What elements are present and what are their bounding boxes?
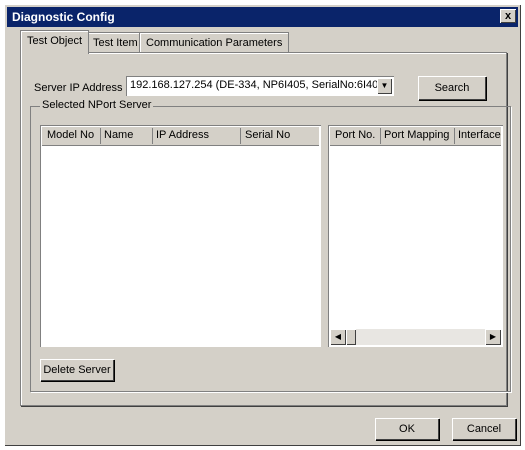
column-header-interface[interactable]: Interface — [458, 129, 501, 141]
column-header-port-mapping[interactable]: Port Mapping — [384, 129, 449, 141]
column-divider[interactable] — [240, 128, 241, 144]
tab-label: Test Object — [27, 35, 83, 47]
column-divider[interactable] — [100, 128, 101, 144]
server-ip-dropdown[interactable]: 192.168.127.254 (DE-334, NP6I405, Serial… — [126, 76, 394, 96]
tab-test-item[interactable]: Test Item — [86, 32, 145, 53]
group-title: Selected NPort Server — [40, 99, 154, 111]
window-title: Diagnostic Config — [12, 10, 115, 24]
scroll-left-icon[interactable]: ◀ — [330, 329, 346, 345]
tab-label: Test Item — [93, 37, 138, 49]
ok-button[interactable]: OK — [375, 418, 439, 440]
server-ip-value: 192.168.127.254 (DE-334, NP6I405, Serial… — [130, 79, 389, 91]
chevron-down-icon[interactable]: ▼ — [377, 78, 392, 94]
horizontal-scrollbar[interactable]: ◀ ▶ — [330, 329, 501, 345]
column-header-port-no[interactable]: Port No. — [335, 129, 375, 141]
search-button[interactable]: Search — [418, 76, 486, 100]
server-ip-label: Server IP Address — [34, 82, 123, 94]
server-list[interactable]: Model No Name IP Address Serial No — [40, 125, 321, 347]
server-list-header: Model No Name IP Address Serial No — [42, 127, 319, 146]
port-list-header: Port No. Port Mapping Interface — [330, 127, 501, 146]
scroll-thumb[interactable] — [346, 329, 356, 345]
column-header-model-no[interactable]: Model No — [47, 129, 94, 141]
column-divider[interactable] — [152, 128, 153, 144]
tab-communication-parameters[interactable]: Communication Parameters — [139, 32, 290, 53]
column-divider[interactable] — [380, 128, 381, 144]
port-list[interactable]: Port No. Port Mapping Interface ◀ ▶ — [328, 125, 503, 347]
tab-test-object[interactable]: Test Object — [20, 30, 90, 54]
column-header-name[interactable]: Name — [104, 129, 133, 141]
column-header-serial-no[interactable]: Serial No — [245, 129, 290, 141]
tab-label: Communication Parameters — [146, 37, 283, 49]
column-divider[interactable] — [454, 128, 455, 144]
delete-server-button[interactable]: Delete Server — [40, 359, 114, 381]
cancel-button[interactable]: Cancel — [452, 418, 516, 440]
title-bar[interactable]: Diagnostic Config x — [7, 7, 518, 27]
column-header-ip-address[interactable]: IP Address — [156, 129, 209, 141]
scroll-right-icon[interactable]: ▶ — [485, 329, 501, 345]
close-icon[interactable]: x — [500, 9, 516, 23]
